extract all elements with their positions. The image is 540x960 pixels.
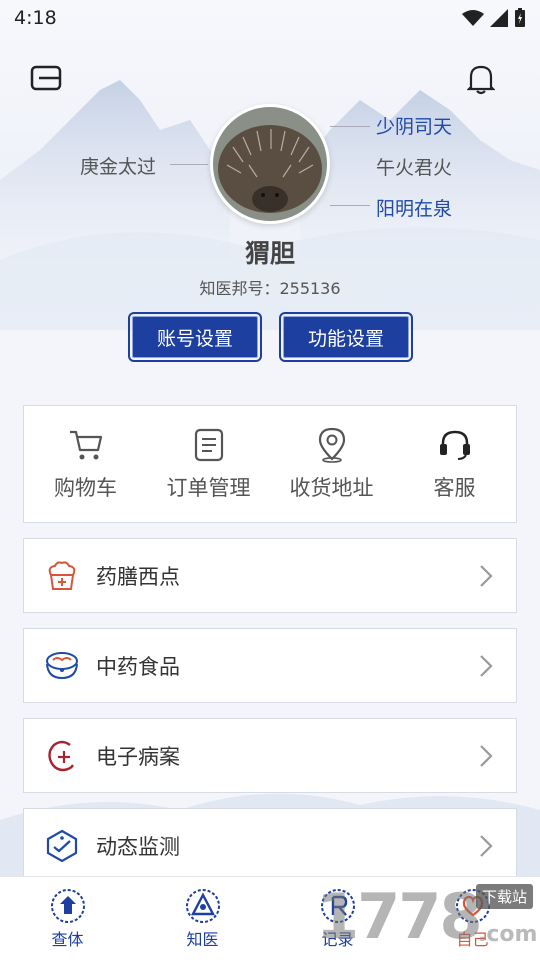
cart-icon [69, 430, 102, 460]
bottom-tab-bar: 查体 知医 记录 自己 [0, 876, 540, 960]
signal-icon [490, 9, 508, 27]
label-right-bottom: 阳明在泉 [376, 198, 453, 220]
menu-item-medical-record[interactable]: 电子病案 [23, 718, 517, 793]
menu-label-herbal-food: 中药食品 [96, 654, 180, 679]
monitor-shield-icon [46, 829, 78, 862]
quick-address-label: 收货地址 [289, 476, 374, 500]
herbal-bowl-icon [46, 651, 78, 679]
tab-know-medicine[interactable]: 知医 [153, 888, 253, 950]
status-bar: 4:18 [0, 0, 540, 36]
menu-label-dynamic-monitoring: 动态监测 [96, 834, 180, 859]
hedgehog-avatar-image [213, 107, 327, 221]
tab-self[interactable]: 自己 [423, 888, 523, 950]
chevron-right-icon [476, 744, 496, 768]
tab-label-self: 自己 [456, 929, 489, 949]
tab-label-body-check: 查体 [51, 929, 84, 949]
record-icon [320, 888, 355, 923]
tab-label-know-medicine: 知医 [186, 929, 219, 949]
label-right-middle: 午火君火 [376, 157, 453, 179]
tab-label-record: 记录 [321, 929, 354, 949]
tab-record[interactable]: 记录 [288, 888, 388, 950]
menu-item-dynamic-monitoring[interactable]: 动态监测 [23, 808, 517, 883]
menu-label-medical-record: 电子病案 [96, 744, 180, 769]
label-right-top: 少阴司天 [376, 116, 453, 138]
quick-address[interactable]: 收货地址 [277, 426, 387, 502]
account-settings-button[interactable]: 账号设置 [128, 312, 262, 362]
medical-record-icon [48, 740, 75, 771]
wifi-icon [462, 10, 484, 26]
label-left: 庚金太过 [80, 156, 157, 178]
quick-actions-card: 购物车 订单管理 收货地址 客服 [23, 405, 517, 523]
chevron-right-icon [476, 834, 496, 858]
user-id: 知医邦号：255136 [199, 279, 341, 298]
battery-icon [515, 8, 525, 27]
tab-body-check[interactable]: 查体 [18, 888, 118, 950]
quick-cart-label: 购物车 [54, 476, 117, 500]
chevron-right-icon [476, 564, 496, 588]
order-list-icon [194, 428, 223, 462]
quick-service-label: 客服 [433, 476, 476, 500]
wallet-button[interactable] [28, 60, 64, 96]
quick-orders-label: 订单管理 [166, 476, 251, 500]
wallet-icon [30, 65, 62, 91]
function-settings-button[interactable]: 功能设置 [279, 312, 413, 362]
body-check-icon [50, 888, 85, 923]
self-heart-icon [455, 888, 490, 923]
connector-line-right-top [330, 126, 370, 127]
menu-item-medicinal-pastry[interactable]: 药膳西点 [23, 538, 517, 613]
quick-cart[interactable]: 购物车 [31, 426, 141, 502]
know-medicine-icon [185, 888, 220, 923]
notification-button[interactable] [462, 60, 500, 98]
menu-label-medicinal-pastry: 药膳西点 [96, 564, 180, 589]
quick-orders[interactable]: 订单管理 [154, 426, 264, 502]
connector-line-right-bottom [330, 205, 370, 206]
bell-icon [467, 65, 495, 95]
headset-icon [439, 430, 470, 460]
chevron-right-icon [476, 654, 496, 678]
avatar[interactable] [210, 104, 330, 224]
location-pin-icon [318, 427, 345, 463]
connector-line-left [170, 164, 208, 165]
status-time: 4:18 [14, 7, 57, 29]
quick-service[interactable]: 客服 [400, 426, 510, 502]
menu-item-herbal-food[interactable]: 中药食品 [23, 628, 517, 703]
cake-icon [48, 560, 76, 590]
username: 猬胆 [244, 239, 295, 268]
